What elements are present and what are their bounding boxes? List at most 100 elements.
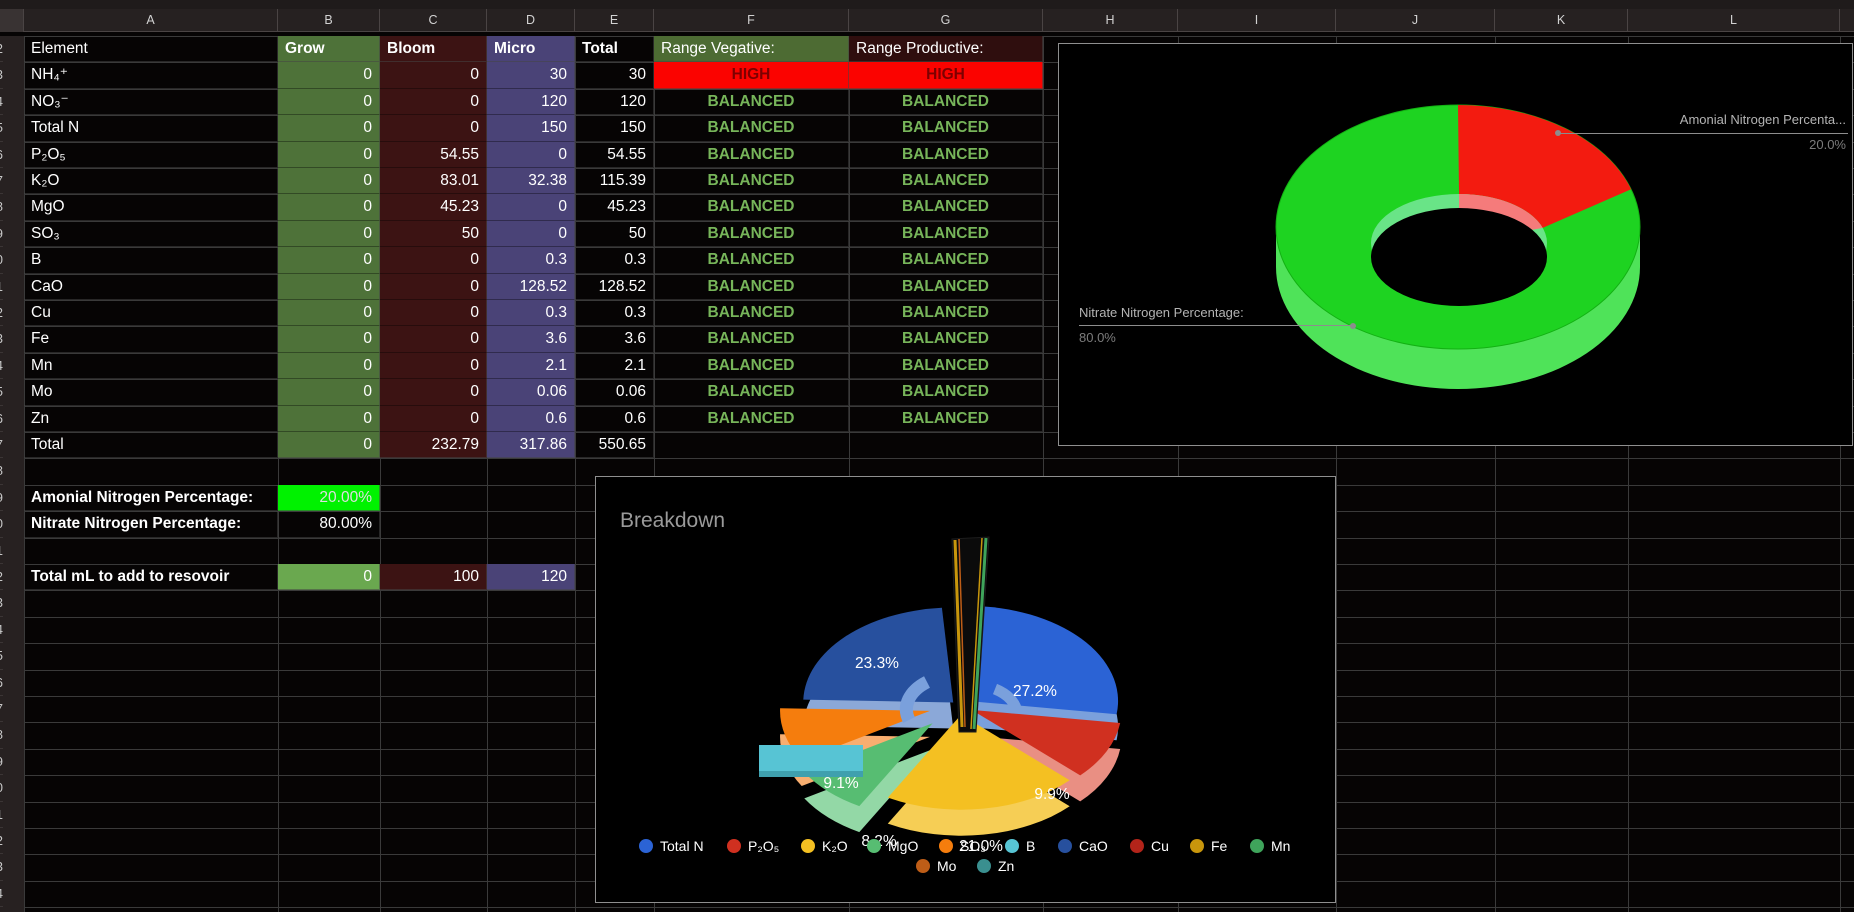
cell-B16[interactable]: 0 [278,406,380,432]
cell-B15[interactable]: 0 [278,379,380,405]
row-number[interactable]: 14 [0,353,3,379]
status-prod-CaO[interactable]: BALANCED [849,274,1043,300]
cell-E13[interactable]: 3.6 [575,326,654,352]
value-reservoir-bloom[interactable]: 100 [380,564,487,590]
cell-A3[interactable]: NH₄⁺ [24,62,278,88]
cell-E10[interactable]: 0.3 [575,247,654,273]
cell-D15[interactable]: 0.06 [487,379,575,405]
status-prod-Total N[interactable]: BALANCED [849,115,1043,141]
cell-D3[interactable]: 30 [487,62,575,88]
row-number[interactable]: 29 [0,749,3,775]
cell-B14[interactable]: 0 [278,353,380,379]
cell-B3[interactable]: 0 [278,62,380,88]
row-number[interactable]: 17 [0,432,3,458]
column-header-G[interactable]: G [849,9,1043,32]
row-number[interactable]: 23 [0,590,3,616]
cell-E16[interactable]: 0.6 [575,406,654,432]
column-header-L[interactable]: L [1628,9,1840,32]
cell-C9[interactable]: 50 [380,221,487,247]
status-prod-SO₃[interactable]: BALANCED [849,221,1043,247]
column-header-E[interactable]: E [575,9,654,32]
row-number[interactable]: 22 [0,564,3,590]
column-header-H[interactable]: H [1043,9,1178,32]
cell-B12[interactable]: 0 [278,300,380,326]
cell-B2[interactable]: Grow [278,36,380,62]
status-veg-SO₃[interactable]: BALANCED [654,221,849,247]
status-veg-Zn[interactable]: BALANCED [654,406,849,432]
row-number[interactable]: 19 [0,485,3,511]
cell-A10[interactable]: B [24,247,278,273]
cell-B8[interactable]: 0 [278,194,380,220]
value-reservoir-grow[interactable]: 0 [278,564,380,590]
cell-C5[interactable]: 0 [380,115,487,141]
cell-D13[interactable]: 3.6 [487,326,575,352]
cell-D16[interactable]: 0.6 [487,406,575,432]
status-prod-Mo[interactable]: BALANCED [849,379,1043,405]
row-number[interactable]: 18 [0,458,3,484]
cell-A7[interactable]: K₂O [24,168,278,194]
cell-G2[interactable]: Range Productive: [849,36,1043,62]
row-number[interactable]: 31 [0,802,3,828]
cell-C3[interactable]: 0 [380,62,487,88]
label-reservoir[interactable]: Total mL to add to resovoir [24,564,278,590]
status-veg-Mo[interactable]: BALANCED [654,379,849,405]
cell-C13[interactable]: 0 [380,326,487,352]
cell-E9[interactable]: 50 [575,221,654,247]
cell-C12[interactable]: 0 [380,300,487,326]
value-reservoir-micro[interactable]: 120 [487,564,575,590]
row-number[interactable]: 28 [0,722,3,748]
row-number[interactable]: 27 [0,696,3,722]
cell-D5[interactable]: 150 [487,115,575,141]
sheet-corner-box[interactable] [0,9,24,32]
row-number[interactable]: 6 [0,142,3,168]
cell-D4[interactable]: 120 [487,89,575,115]
status-prod-Zn[interactable]: BALANCED [849,406,1043,432]
cell-C4[interactable]: 0 [380,89,487,115]
row-number[interactable]: 12 [0,300,3,326]
row-number[interactable]: 25 [0,643,3,669]
row-number[interactable]: 21 [0,538,3,564]
column-header-C[interactable]: C [380,9,487,32]
status-veg-K₂O[interactable]: BALANCED [654,168,849,194]
status-prod-Fe[interactable]: BALANCED [849,326,1043,352]
cell-A14[interactable]: Mn [24,353,278,379]
cell-B11[interactable]: 0 [278,274,380,300]
cell-A15[interactable]: Mo [24,379,278,405]
row-number[interactable]: 26 [0,670,3,696]
cell-B7[interactable]: 0 [278,168,380,194]
cell-A12[interactable]: Cu [24,300,278,326]
cell-B13[interactable]: 0 [278,326,380,352]
cell-D14[interactable]: 2.1 [487,353,575,379]
row-number[interactable]: 15 [0,379,3,405]
donut-chart-panel[interactable]: Amonial Nitrogen Percenta... 20.0% Nitra… [1058,43,1853,446]
cell-C17[interactable]: 232.79 [380,432,487,458]
cell-B4[interactable]: 0 [278,89,380,115]
cell-D12[interactable]: 0.3 [487,300,575,326]
status-veg-NO₃⁻[interactable]: BALANCED [654,89,849,115]
status-veg-Fe[interactable]: BALANCED [654,326,849,352]
cell-A5[interactable]: Total N [24,115,278,141]
status-veg-Total N[interactable]: BALANCED [654,115,849,141]
cell-E17[interactable]: 550.65 [575,432,654,458]
cell-D7[interactable]: 32.38 [487,168,575,194]
column-header-D[interactable]: D [487,9,575,32]
cell-E8[interactable]: 45.23 [575,194,654,220]
cell-D9[interactable]: 0 [487,221,575,247]
status-prod-NH₄⁺[interactable]: HIGH [849,62,1043,88]
row-number[interactable]: 9 [0,221,3,247]
row-number[interactable]: 3 [0,62,3,88]
status-prod-Cu[interactable]: BALANCED [849,300,1043,326]
row-number[interactable]: 24 [0,617,3,643]
cell-F2[interactable]: Range Vegative: [654,36,849,62]
cell-E5[interactable]: 150 [575,115,654,141]
row-number[interactable]: 16 [0,406,3,432]
cell-B6[interactable]: 0 [278,142,380,168]
cell-D6[interactable]: 0 [487,142,575,168]
value-nitrate-percentage[interactable]: 80.00% [278,511,380,537]
cell-C8[interactable]: 45.23 [380,194,487,220]
column-header-B[interactable]: B [278,9,380,32]
cell-D2[interactable]: Micro [487,36,575,62]
status-prod-NO₃⁻[interactable]: BALANCED [849,89,1043,115]
column-header-J[interactable]: J [1336,9,1495,32]
cell-A2[interactable]: Element [24,36,278,62]
